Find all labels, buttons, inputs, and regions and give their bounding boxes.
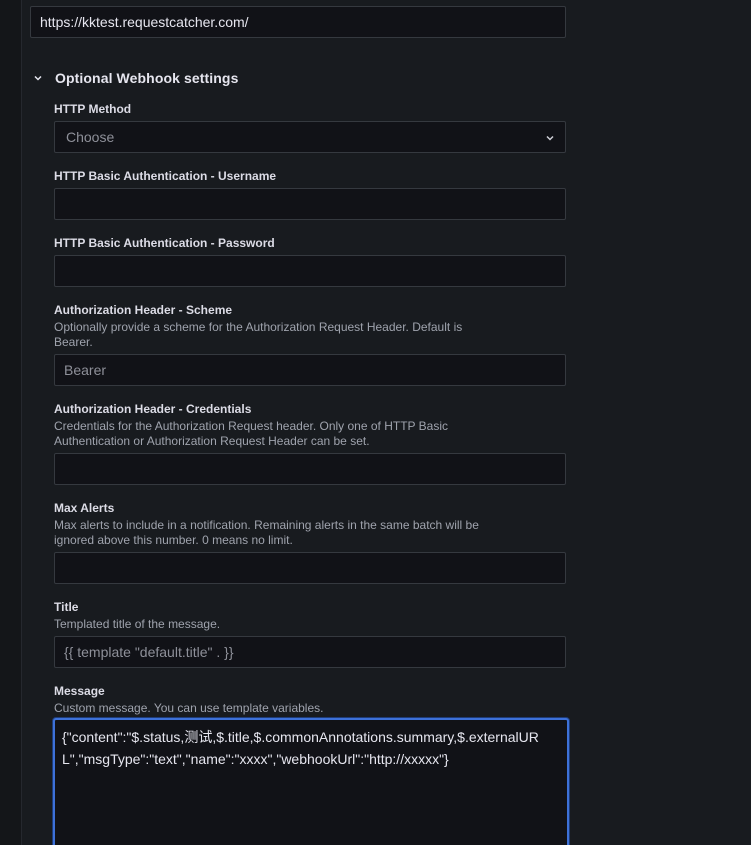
auth-credentials-label: Authorization Header - Credentials: [54, 402, 252, 416]
chevron-down-icon: [546, 135, 554, 141]
http-method-placeholder: Choose: [66, 129, 115, 145]
basic-auth-username-input[interactable]: [54, 188, 566, 220]
http-method-label: HTTP Method: [54, 102, 132, 116]
webhook-url-input[interactable]: https://kktest.requestcatcher.com/: [30, 6, 566, 38]
auth-scheme-label: Authorization Header - Scheme: [54, 303, 233, 317]
max-alerts-description-line2: ignored above this number. 0 means no li…: [54, 533, 293, 547]
auth-scheme-placeholder: Bearer: [64, 362, 107, 378]
basic-auth-password-label: HTTP Basic Authentication - Password: [54, 236, 275, 250]
auth-credentials-description-line2: Authentication or Authorization Request …: [54, 434, 370, 448]
optional-webhook-settings-toggle[interactable]: Optional Webhook settings: [34, 67, 238, 89]
auth-credentials-description-line1: Credentials for the Authorization Reques…: [54, 419, 448, 433]
auth-credentials-input[interactable]: [54, 453, 566, 485]
auth-scheme-description-line1: Optionally provide a scheme for the Auth…: [54, 320, 463, 334]
left-rail: [0, 0, 22, 845]
http-method-select[interactable]: Choose: [54, 121, 566, 153]
message-value: {"content":"$.status,测试,$.title,$.common…: [62, 729, 539, 767]
basic-auth-username-label: HTTP Basic Authentication - Username: [54, 169, 277, 183]
message-label: Message: [54, 684, 105, 698]
max-alerts-label: Max Alerts: [54, 501, 115, 515]
title-placeholder: {{ template "default.title" . }}: [64, 644, 234, 660]
title-input[interactable]: {{ template "default.title" . }}: [54, 636, 566, 668]
message-textarea[interactable]: {"content":"$.status,测试,$.title,$.common…: [53, 718, 569, 845]
title-label: Title: [54, 600, 79, 614]
webhook-url-value: https://kktest.requestcatcher.com/: [40, 14, 249, 30]
chevron-down-icon: [34, 75, 42, 81]
max-alerts-input[interactable]: [54, 552, 566, 584]
auth-scheme-description-line2: Bearer.: [54, 335, 93, 349]
optional-webhook-settings-title: Optional Webhook settings: [55, 70, 239, 86]
message-description: Custom message. You can use template var…: [54, 701, 324, 715]
webhook-settings-page: https://kktest.requestcatcher.com/ Optio…: [0, 0, 751, 845]
title-description: Templated title of the message.: [54, 617, 221, 631]
auth-scheme-input[interactable]: Bearer: [54, 354, 566, 386]
basic-auth-password-input[interactable]: [54, 255, 566, 287]
max-alerts-description-line1: Max alerts to include in a notification.…: [54, 518, 479, 532]
